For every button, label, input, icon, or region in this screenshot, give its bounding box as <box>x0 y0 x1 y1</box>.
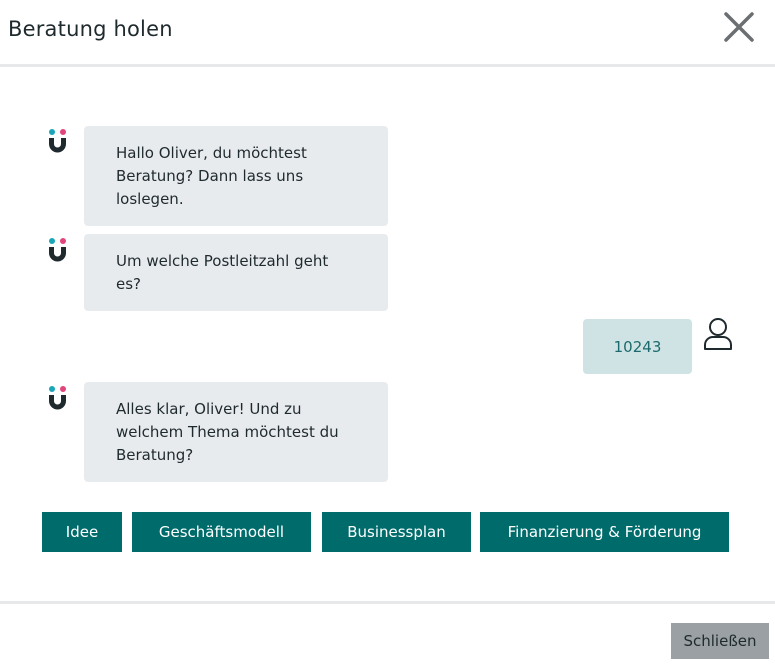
message-line: loslegen. <box>116 190 184 208</box>
close-button[interactable]: Schließen <box>671 623 769 659</box>
option-finanzierung-button[interactable]: Finanzierung & Förderung <box>480 512 729 552</box>
user-icon <box>702 317 734 351</box>
option-geschaeftsmodell-button[interactable]: Geschäftsmodell <box>132 512 311 552</box>
magnet-logo-icon <box>47 128 69 154</box>
consultation-dialog: Beratung holen Hallo Oliver, du möchtest… <box>0 0 775 664</box>
message-line: welchem Thema möchtest du <box>116 423 339 441</box>
bot-message: Alles klar, Oliver! Und zu welchem Thema… <box>84 382 388 482</box>
message-line: Um welche Postleitzahl geht <box>116 252 329 270</box>
message-line: es? <box>116 275 142 293</box>
dialog-title: Beratung holen <box>8 17 173 41</box>
message-line: Beratung? <box>116 446 194 464</box>
dialog-footer: Schließen <box>0 601 775 664</box>
option-businessplan-button[interactable]: Businessplan <box>322 512 471 552</box>
magnet-logo-icon <box>47 237 69 263</box>
close-icon[interactable] <box>720 8 758 46</box>
message-line: Alles klar, Oliver! Und zu <box>116 400 302 418</box>
message-line: Hallo Oliver, du möchtest <box>116 144 307 162</box>
bot-message: Um welche Postleitzahl geht es? <box>84 234 388 311</box>
dialog-header: Beratung holen <box>0 0 775 67</box>
magnet-logo-icon <box>47 385 69 411</box>
message-line: Beratung? Dann lass uns <box>116 167 304 185</box>
chat-area: Hallo Oliver, du möchtest Beratung? Dann… <box>0 70 775 600</box>
bot-message: Hallo Oliver, du möchtest Beratung? Dann… <box>84 126 388 226</box>
user-message: 10243 <box>583 319 692 374</box>
option-idee-button[interactable]: Idee <box>42 512 122 552</box>
